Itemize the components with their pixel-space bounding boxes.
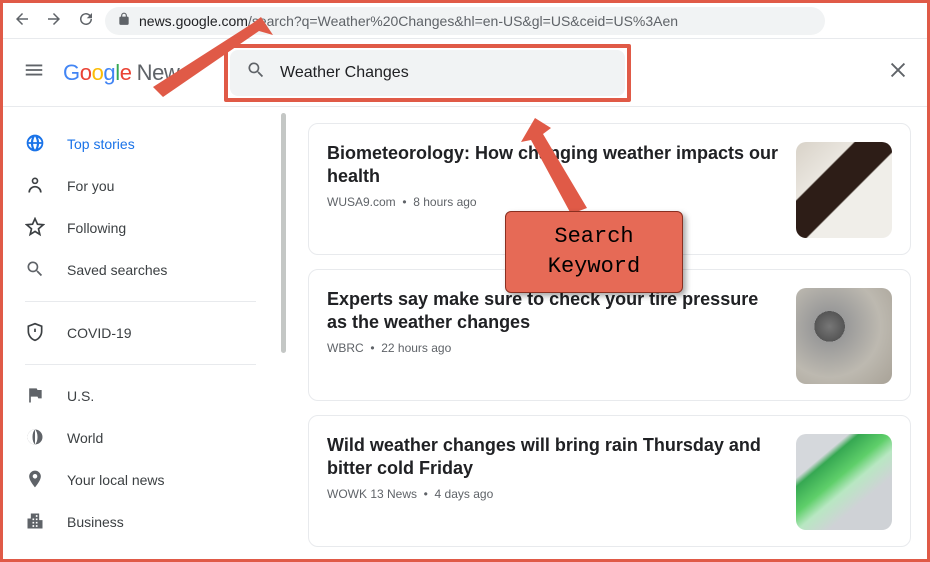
url-text: news.google.com/search?q=Weather%20Chang… (139, 13, 678, 29)
clear-search-icon[interactable] (887, 59, 909, 86)
sidebar-item-label: Saved searches (67, 262, 167, 278)
annotation-line: Keyword (506, 252, 682, 282)
result-title: Biometeorology: How changing weather imp… (327, 142, 780, 189)
scrollbar[interactable] (281, 113, 286, 353)
sidebar-item-u-s-[interactable]: U.S. (3, 375, 278, 417)
result-title: Wild weather changes will bring rain Thu… (327, 434, 780, 481)
sidebar: Top stories For you Following Saved searche… (3, 107, 278, 559)
sidebar-item-label: Following (67, 220, 126, 236)
sidebar-item-saved-searches[interactable]: Saved searches (3, 249, 278, 291)
sidebar-item-business[interactable]: Business (3, 501, 278, 543)
world-icon (25, 427, 45, 450)
result-thumbnail (796, 288, 892, 384)
sidebar-item-world[interactable]: World (3, 417, 278, 459)
sidebar-divider (25, 301, 256, 302)
app-header: Google News (3, 39, 927, 107)
sidebar-item-your-local-news[interactable]: Your local news (3, 459, 278, 501)
globe-icon (25, 133, 45, 156)
browser-toolbar: news.google.com/search?q=Weather%20Chang… (3, 3, 927, 39)
results-list: Biometeorology: How changing weather imp… (278, 107, 927, 559)
shield-icon (25, 322, 45, 345)
result-meta: WOWK 13 News • 4 days ago (327, 487, 780, 501)
search-icon (246, 60, 266, 85)
sidebar-item-label: U.S. (67, 388, 94, 404)
menu-icon[interactable] (23, 59, 45, 86)
person-icon (25, 175, 45, 198)
star-icon (25, 217, 45, 240)
sidebar-item-label: For you (67, 178, 114, 194)
sidebar-item-label: World (67, 430, 103, 446)
result-thumbnail (796, 434, 892, 530)
sidebar-item-label: COVID-19 (67, 325, 132, 341)
search-input[interactable] (280, 64, 609, 82)
main-area: Top stories For you Following Saved searche… (3, 107, 927, 559)
sidebar-item-for-you[interactable]: For you (3, 165, 278, 207)
annotation-line: Search (506, 222, 682, 252)
forward-icon[interactable] (45, 10, 63, 31)
search-icon (25, 259, 45, 282)
result-meta: WUSA9.com • 8 hours ago (327, 195, 780, 209)
pin-icon (25, 469, 45, 492)
result-meta: WBRC • 22 hours ago (327, 341, 780, 355)
annotation-callout: Search Keyword (505, 211, 683, 293)
google-news-logo[interactable]: Google News (63, 60, 190, 86)
lock-icon (117, 12, 131, 29)
sidebar-item-label: Business (67, 514, 124, 530)
reload-icon[interactable] (77, 10, 95, 31)
address-bar[interactable]: news.google.com/search?q=Weather%20Chang… (105, 7, 825, 35)
sidebar-item-label: Your local news (67, 472, 165, 488)
result-card[interactable]: Wild weather changes will bring rain Thu… (308, 415, 911, 547)
flag-icon (25, 385, 45, 408)
result-thumbnail (796, 142, 892, 238)
sidebar-item-covid-19[interactable]: COVID-19 (3, 312, 278, 354)
result-title: Experts say make sure to check your tire… (327, 288, 780, 335)
business-icon (25, 511, 45, 534)
sidebar-divider (25, 364, 256, 365)
search-box[interactable] (230, 50, 625, 96)
sidebar-item-label: Top stories (67, 136, 135, 152)
back-icon[interactable] (13, 10, 31, 31)
sidebar-item-following[interactable]: Following (3, 207, 278, 249)
sidebar-item-top-stories[interactable]: Top stories (3, 123, 278, 165)
